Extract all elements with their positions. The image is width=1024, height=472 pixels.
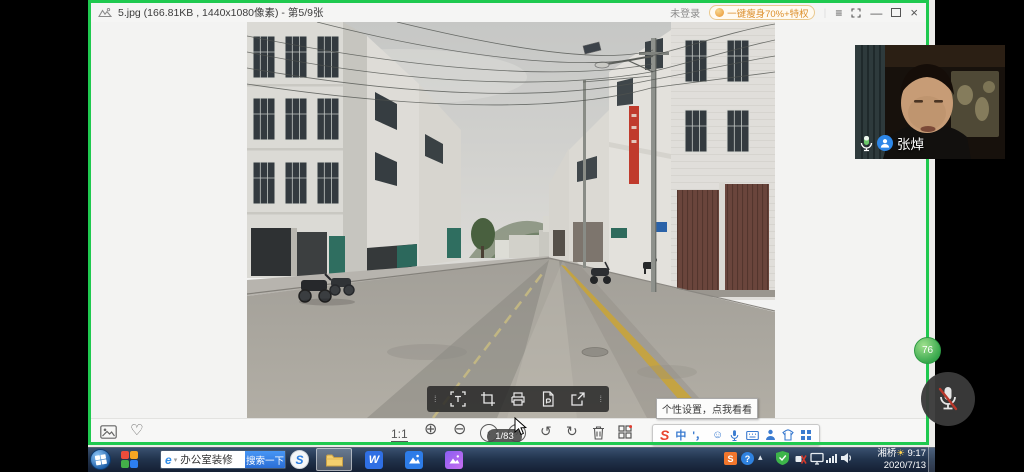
window-title: 5.jpg (166.81KB , 1440x1080像素) - 第5/9张 xyxy=(118,5,323,20)
tray-signal-bars-icon[interactable] xyxy=(826,453,837,463)
chinese-mode-icon[interactable]: 中 xyxy=(675,427,686,443)
caret-down-icon[interactable]: ▾ xyxy=(174,456,178,464)
photo-app-icon xyxy=(98,7,112,18)
windows-flag-icon xyxy=(95,454,107,466)
wps-icon: W xyxy=(365,451,383,469)
ime-toolbox-icon[interactable] xyxy=(800,429,812,441)
settings-tooltip: 个性设置，点我看看 xyxy=(656,398,758,419)
maximize-button[interactable] xyxy=(891,8,901,17)
speed-ball-widget[interactable]: 76 xyxy=(914,337,941,364)
taskbar-photo-app-button[interactable] xyxy=(436,448,472,471)
mic-muted-icon xyxy=(935,384,961,414)
participant-info: 张焯 xyxy=(860,133,924,153)
meeting-app-icon xyxy=(405,451,423,469)
more-apps-grid-icon[interactable] xyxy=(618,425,632,439)
browser-2345-icon[interactable] xyxy=(121,451,138,468)
login-status[interactable]: 未登录 xyxy=(670,5,700,20)
weather-city: 湘桥 xyxy=(877,448,896,459)
page-indicator-badge: 1/83 xyxy=(487,429,522,444)
open-external-icon[interactable] xyxy=(570,391,586,407)
photo-app-icon xyxy=(445,451,463,469)
taskbar-search-box[interactable]: e ▾ 办公室装修 搜索一下 xyxy=(160,450,286,469)
tray-time: 9:17 xyxy=(908,448,927,459)
handwriting-person-icon[interactable] xyxy=(765,429,776,441)
tray-device-error-icon[interactable] xyxy=(794,452,807,465)
minimize-button[interactable]: — xyxy=(870,7,882,19)
search-query-text[interactable]: 办公室装修 xyxy=(180,452,245,467)
viewer-titlebar: 5.jpg (166.81KB , 1440x1080像素) - 第5/9张 未… xyxy=(91,3,926,22)
mic-active-icon xyxy=(860,135,873,152)
search-submit-button[interactable]: 搜索一下 xyxy=(245,451,285,468)
menu-icon[interactable]: ≡ xyxy=(835,7,842,19)
tray-sogou-icon[interactable]: S xyxy=(724,452,737,465)
tray-security-shield-icon[interactable] xyxy=(776,451,789,465)
taskbar-wps-button[interactable]: W xyxy=(356,448,392,471)
rotate-right-icon[interactable]: ↻ xyxy=(566,424,578,438)
crop-icon[interactable] xyxy=(480,391,496,407)
photo-hover-toolbar: ⁞ ⁞ xyxy=(427,386,609,412)
participant-name: 张焯 xyxy=(897,133,924,153)
slim-promo-badge[interactable]: 一键瘦身70%+特权 xyxy=(709,5,815,20)
zoom-in-icon[interactable]: ⊕ xyxy=(424,423,437,437)
favorite-heart-icon[interactable]: ♡ xyxy=(130,424,143,438)
punctuation-icon[interactable]: '， xyxy=(692,427,706,443)
tray-help-icon[interactable]: ? xyxy=(741,452,754,465)
tray-date: 2020/7/13 xyxy=(856,460,926,472)
skin-shirt-icon[interactable] xyxy=(782,429,794,441)
emoji-icon[interactable]: ☺ xyxy=(712,429,723,441)
soft-keyboard-icon[interactable] xyxy=(746,430,759,441)
participant-avatar-icon xyxy=(877,135,893,151)
voice-input-icon[interactable] xyxy=(729,429,740,442)
print-icon[interactable] xyxy=(510,391,526,407)
fullscreen-icon[interactable] xyxy=(851,8,861,18)
taskbar-meeting-button[interactable] xyxy=(396,448,432,471)
taskbar-sogou-icon[interactable]: S xyxy=(290,450,309,469)
zoom-out-icon[interactable]: ⊖ xyxy=(453,423,466,437)
toolbar-grip: ⁞ xyxy=(599,394,602,404)
folder-icon xyxy=(325,452,344,468)
tray-monitor-icon[interactable] xyxy=(810,452,824,465)
tray-hidden-icons-arrow[interactable]: ▴ xyxy=(758,452,763,463)
actual-size-button[interactable]: 1:1 xyxy=(391,427,408,442)
delete-trash-icon[interactable] xyxy=(592,425,605,440)
rotate-left-icon[interactable]: ↺ xyxy=(540,424,552,438)
close-button[interactable]: × xyxy=(910,7,918,19)
toolbar-grip: ⁞ xyxy=(434,394,437,404)
start-button[interactable] xyxy=(90,449,111,470)
pdf-export-icon[interactable] xyxy=(540,391,556,407)
webcam-video-tile: 张焯 xyxy=(855,45,1005,159)
screen: 5.jpg (166.81KB , 1440x1080像素) - 第5/9张 未… xyxy=(0,0,1024,472)
tray-clock[interactable]: 湘桥☀ 9:17 2020/7/13 xyxy=(856,448,926,471)
show-desktop-button[interactable] xyxy=(928,447,935,472)
coin-icon xyxy=(715,8,724,17)
ime-language-bar[interactable]: S 中 '， ☺ xyxy=(652,424,820,446)
browse-gallery-icon[interactable] xyxy=(100,425,117,439)
tray-volume-icon[interactable] xyxy=(840,452,853,464)
taskbar-explorer-button[interactable] xyxy=(316,448,352,471)
street-photo xyxy=(247,22,775,418)
weather-time-line: 湘桥☀ 9:17 xyxy=(856,448,926,460)
mic-muted-button[interactable] xyxy=(921,372,975,426)
weather-sun-icon: ☀ xyxy=(896,448,905,459)
ie-icon: e xyxy=(165,453,172,467)
ocr-text-recognition-icon[interactable] xyxy=(450,391,466,407)
sogou-logo-icon[interactable]: S xyxy=(660,427,669,443)
